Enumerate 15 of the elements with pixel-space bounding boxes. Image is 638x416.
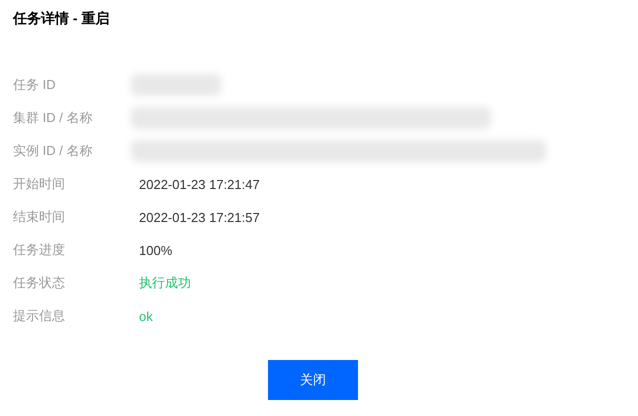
status-value: ok	[139, 308, 153, 324]
field-label: 提示信息	[13, 307, 66, 325]
field-label: 任务状态	[13, 274, 66, 292]
close-button[interactable]: 关闭	[268, 360, 358, 400]
field-value: 2022-01-23 17:21:57	[139, 210, 260, 224]
field-label: 开始时间	[13, 175, 66, 193]
field-label: 任务进度	[13, 241, 66, 259]
field-label: 实例 ID / 名称	[13, 142, 94, 160]
status-value: 执行成功	[139, 274, 191, 292]
field-value: 2022-01-23 17:21:47	[139, 176, 260, 192]
field-label: 集群 ID / 名称	[13, 109, 94, 127]
field-label: 结束时间	[13, 208, 66, 226]
dialog-title: 任务详情 - 重启	[13, 9, 110, 28]
field-label: 任务 ID	[13, 76, 57, 94]
field-value: 100%	[139, 242, 172, 258]
